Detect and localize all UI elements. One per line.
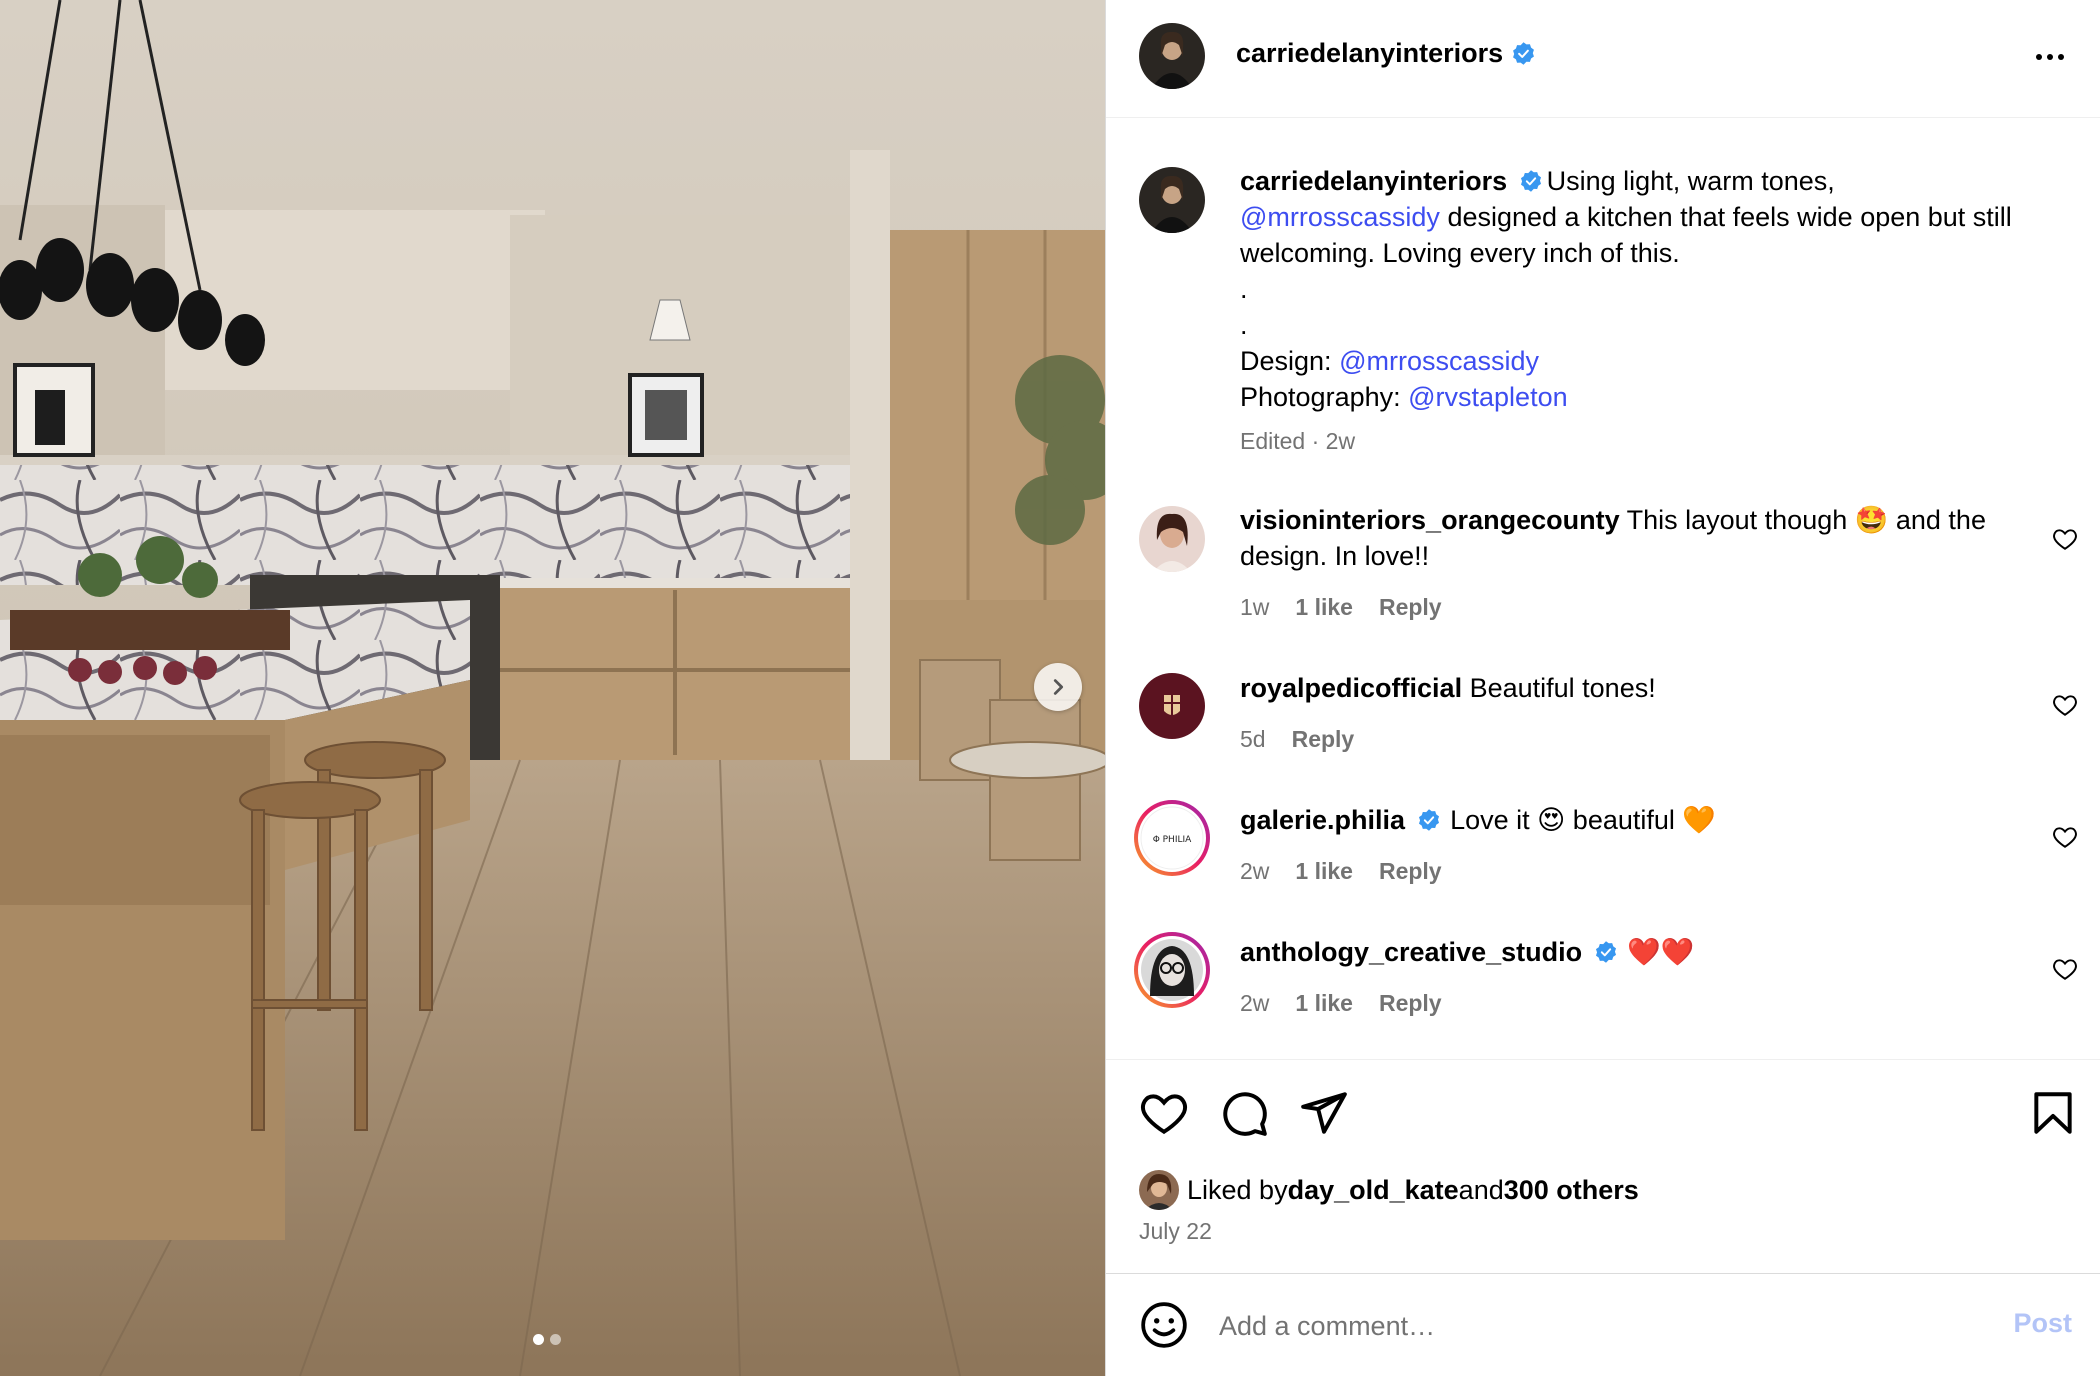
carousel-dot-active bbox=[533, 1334, 544, 1345]
heart-eyes-emoji: 😍 bbox=[1537, 805, 1566, 835]
comment: visioninteriors_orangecounty This layout… bbox=[1240, 502, 2040, 574]
verified-icon bbox=[1418, 809, 1439, 831]
comment-text: beautiful bbox=[1565, 805, 1683, 835]
comment-icon[interactable] bbox=[1219, 1088, 1269, 1138]
author-name-row: carriedelanyinteriors bbox=[1236, 38, 1536, 69]
comment-username[interactable]: royalpedicofficial bbox=[1240, 673, 1462, 703]
caption-design-line: Design: @mrrosscassidy bbox=[1240, 343, 2040, 379]
bookmark-icon[interactable] bbox=[2028, 1088, 2078, 1138]
caption-meta: Edited · 2w bbox=[1240, 428, 1355, 455]
comment-meta: 2w 1 like Reply bbox=[1240, 990, 1442, 1017]
design-mention[interactable]: @mrrosscassidy bbox=[1339, 346, 1539, 376]
comment: royalpedicofficial Beautiful tones! bbox=[1240, 670, 2040, 706]
photography-mention[interactable]: @rvstapleton bbox=[1408, 382, 1567, 412]
comment-text: This layout though bbox=[1619, 505, 1855, 535]
post-side-panel: carriedelanyinteriors carriedelanyinteri… bbox=[1105, 0, 2100, 1376]
verified-icon bbox=[1595, 941, 1616, 963]
more-icon-dot bbox=[2047, 54, 2053, 60]
verified-icon bbox=[1520, 170, 1541, 192]
more-icon-dot bbox=[2036, 54, 2042, 60]
heart-icon[interactable] bbox=[2052, 956, 2078, 982]
caption: carriedelanyinteriors Using light, warm … bbox=[1240, 163, 2040, 415]
reply-button[interactable]: Reply bbox=[1379, 990, 1442, 1017]
comment: galerie.philia Love it 😍 beautiful 🧡 bbox=[1240, 802, 2040, 838]
carousel-indicator bbox=[533, 1334, 561, 1345]
comment-meta: 2w 1 like Reply bbox=[1240, 858, 1442, 885]
post-header: carriedelanyinteriors bbox=[1106, 0, 2100, 118]
reply-button[interactable]: Reply bbox=[1379, 594, 1442, 621]
post-date[interactable]: July 22 bbox=[1139, 1218, 1212, 1245]
likes-summary: Liked by day_old_kate and 300 others bbox=[1139, 1170, 1639, 1210]
more-options-button[interactable] bbox=[2030, 42, 2070, 72]
heart-icon[interactable] bbox=[2052, 526, 2078, 552]
more-icon-dot bbox=[2058, 54, 2064, 60]
comment: anthology_creative_studio ❤️❤️ bbox=[1240, 934, 2040, 970]
caption-dot-line: . bbox=[1240, 310, 1248, 340]
comment-username[interactable]: anthology_creative_studio bbox=[1240, 937, 1582, 967]
comment-likes[interactable]: 1 like bbox=[1295, 594, 1353, 621]
post-photo[interactable] bbox=[0, 0, 1105, 1376]
liked-by-others[interactable]: 300 others bbox=[1504, 1175, 1639, 1206]
liker-avatar[interactable] bbox=[1139, 1170, 1179, 1210]
comment-text: Beautiful tones! bbox=[1462, 673, 1656, 703]
comment-username[interactable]: galerie.philia bbox=[1240, 805, 1405, 835]
comment-avatar[interactable] bbox=[1139, 506, 1205, 572]
caption-edited-time: Edited · 2w bbox=[1240, 428, 1356, 454]
post-button[interactable]: Post bbox=[2013, 1308, 2072, 1339]
heart-icon[interactable] bbox=[2052, 824, 2078, 850]
comment-avatar-story-ring[interactable]: Φ PHILIA bbox=[1132, 798, 1212, 878]
kitchen-photo bbox=[0, 0, 1105, 1376]
comment-time: 1w bbox=[1240, 594, 1270, 620]
author-avatar[interactable] bbox=[1139, 23, 1205, 89]
heart-icon[interactable] bbox=[1139, 1088, 1189, 1138]
share-icon[interactable] bbox=[1299, 1088, 1349, 1138]
caption-dot-line: . bbox=[1240, 274, 1248, 304]
liked-by-mid: and bbox=[1458, 1174, 1504, 1205]
comment-time: 2w bbox=[1240, 990, 1270, 1016]
caption-mention[interactable]: @mrrosscassidy bbox=[1240, 202, 1440, 232]
add-comment-bar: Post bbox=[1106, 1274, 2100, 1376]
heart-icon[interactable] bbox=[2052, 692, 2078, 718]
orange-heart-emoji: 🧡 bbox=[1682, 805, 1717, 835]
comment-avatar[interactable] bbox=[1139, 673, 1205, 739]
comment-likes[interactable]: 1 like bbox=[1295, 858, 1353, 885]
caption-avatar[interactable] bbox=[1139, 167, 1205, 233]
caption-text-pre: Using light, warm tones, bbox=[1546, 166, 1835, 196]
comment-input[interactable] bbox=[1219, 1304, 1919, 1348]
star-struck-emoji: 🤩 bbox=[1854, 505, 1889, 535]
comment-meta: 5d Reply bbox=[1240, 726, 1354, 753]
comment-time: 5d bbox=[1240, 726, 1266, 752]
reply-button[interactable]: Reply bbox=[1292, 726, 1355, 753]
emoji-icon[interactable] bbox=[1139, 1300, 1189, 1350]
chevron-right-icon bbox=[1053, 679, 1064, 695]
photography-label: Photography: bbox=[1240, 382, 1409, 412]
caption-username[interactable]: carriedelanyinteriors bbox=[1240, 166, 1507, 196]
author-username[interactable]: carriedelanyinteriors bbox=[1236, 38, 1503, 69]
comment-likes[interactable]: 1 like bbox=[1295, 990, 1353, 1017]
comment-meta: 1w 1 like Reply bbox=[1240, 594, 1442, 621]
liked-by-user[interactable]: day_old_kate bbox=[1288, 1175, 1459, 1206]
design-label: Design: bbox=[1240, 346, 1340, 376]
comment-text: ❤️❤️ bbox=[1619, 937, 1695, 967]
liked-by-prefix: Liked by bbox=[1187, 1174, 1288, 1205]
comment-username[interactable]: visioninteriors_orangecounty bbox=[1240, 505, 1620, 535]
comment-time: 2w bbox=[1240, 858, 1270, 884]
philia-logo-text: Φ PHILIA bbox=[1153, 835, 1192, 845]
verified-icon bbox=[1513, 42, 1535, 65]
reply-button[interactable]: Reply bbox=[1379, 858, 1442, 885]
caption-photo-line: Photography: @rvstapleton bbox=[1240, 379, 2040, 415]
comment-text: Love it bbox=[1442, 805, 1538, 835]
carousel-next-button[interactable] bbox=[1034, 663, 1082, 711]
comments-list[interactable]: carriedelanyinteriors Using light, warm … bbox=[1106, 118, 2100, 1060]
carousel-dot bbox=[550, 1334, 561, 1345]
post-actions: Liked by day_old_kate and 300 others Jul… bbox=[1106, 1060, 2100, 1274]
comment-avatar-story-ring[interactable] bbox=[1132, 930, 1212, 1010]
